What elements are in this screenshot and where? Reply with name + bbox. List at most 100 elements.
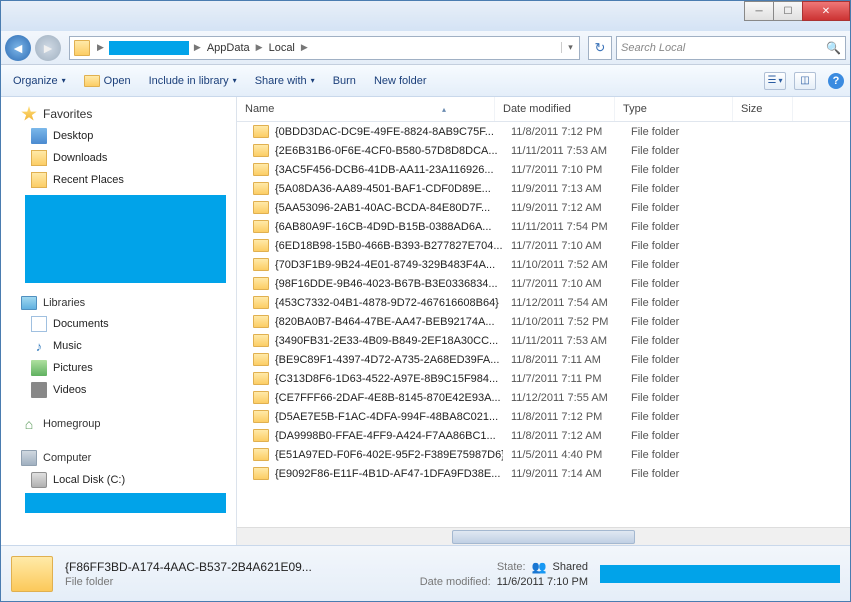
file-date: 11/8/2011 7:12 AM [503, 430, 623, 442]
breadcrumb-appdata[interactable]: AppData [204, 42, 253, 54]
minimize-button[interactable]: ─ [744, 1, 774, 21]
close-button[interactable]: ✕ [802, 1, 850, 21]
file-row[interactable]: {E9092F86-E11F-4B1D-AF47-1DFA9FD38E...11… [237, 464, 850, 483]
refresh-button[interactable]: ↻ [588, 36, 612, 60]
folder-icon [253, 163, 269, 176]
chevron-right-icon[interactable]: ▶ [191, 42, 204, 53]
column-header-name[interactable]: Name▴ [237, 97, 495, 121]
redacted-block [25, 195, 226, 283]
file-type: File folder [623, 468, 741, 480]
file-name: {453C7332-04B1-4878-9D72-467616608B64} [275, 297, 499, 309]
folder-icon [253, 467, 269, 480]
file-row[interactable]: {BE9C89F1-4397-4D72-A735-2A68ED39FA... 11… [237, 350, 850, 369]
sidebar-item-pictures[interactable]: Pictures [1, 357, 236, 379]
sidebar-homegroup-header[interactable]: Homegroup [1, 413, 236, 435]
organize-button[interactable]: Organize▾ [7, 71, 72, 91]
share-with-button[interactable]: Share with▾ [249, 71, 321, 91]
state-label: State: [497, 561, 526, 573]
file-name: {6AB80A9F-16CB-4D9D-B15B-0388AD6A... [275, 221, 491, 233]
file-name: {6ED18B98-15B0-466B-B393-B277827E704... [275, 240, 503, 252]
file-row[interactable]: {820BA0B7-B464-47BE-AA47-BEB92174A...11/… [237, 312, 850, 331]
sidebar-item-documents[interactable]: Documents [1, 313, 236, 335]
breadcrumb-local[interactable]: Local [266, 42, 298, 54]
file-name: {D5AE7E5B-F1AC-4DFA-994F-48BA8C021... [275, 411, 498, 423]
sidebar-libraries-header[interactable]: Libraries [1, 293, 236, 313]
file-row[interactable]: {0BDD3DAC-DC9E-49FE-8824-8AB9C75F...11/8… [237, 122, 850, 141]
file-row[interactable]: {E51A97ED-F0F6-402E-95F2-F389E75987D6}11… [237, 445, 850, 464]
file-row[interactable]: {5A08DA36-AA89-4501-BAF1-CDF0D89E... 11/9… [237, 179, 850, 198]
file-date: 11/9/2011 7:13 AM [503, 183, 623, 195]
libraries-label: Libraries [43, 297, 85, 309]
sidebar-item-recent[interactable]: Recent Places [1, 169, 236, 191]
column-header-size[interactable]: Size [733, 97, 793, 121]
file-name: {2E6B31B6-0F6E-4CF0-B580-57D8D8DCA... [275, 145, 498, 157]
chevron-right-icon[interactable]: ▶ [94, 42, 107, 53]
computer-label: Computer [43, 452, 91, 464]
sidebar-item-videos[interactable]: Videos [1, 379, 236, 401]
breadcrumb[interactable]: ▶ ▶ AppData ▶ Local ▶ ▾ [69, 36, 580, 60]
file-date: 11/12/2011 7:55 AM [503, 392, 623, 404]
file-row[interactable]: {D5AE7E5B-F1AC-4DFA-994F-48BA8C021...11/… [237, 407, 850, 426]
library-icon [21, 296, 37, 310]
sidebar-computer-header[interactable]: Computer [1, 447, 236, 469]
chevron-right-icon[interactable]: ▶ [298, 42, 311, 53]
file-row[interactable]: {CE7FFF66-2DAF-4E8B-8145-870E42E93A...11… [237, 388, 850, 407]
file-date: 11/5/2011 4:40 PM [503, 449, 623, 461]
scrollbar-thumb[interactable] [452, 530, 636, 544]
forward-button[interactable]: ► [35, 35, 61, 61]
navigation-sidebar: Favorites Desktop Downloads Recent Place… [1, 97, 237, 545]
folder-icon [253, 144, 269, 157]
file-date: 11/7/2011 7:10 AM [503, 278, 623, 290]
file-date: 11/10/2011 7:52 AM [503, 259, 623, 271]
file-type: File folder [623, 411, 741, 423]
sidebar-item-desktop[interactable]: Desktop [1, 125, 236, 147]
file-type: File folder [623, 221, 741, 233]
file-row[interactable]: {DA9998B0-FFAE-4FF9-A424-F7AA86BC1...11/… [237, 426, 850, 445]
file-name: {3AC5F456-DCB6-41DB-AA11-23A116926... [275, 164, 494, 176]
column-header-type[interactable]: Type [615, 97, 733, 121]
folder-icon [253, 220, 269, 233]
folder-icon [11, 556, 53, 592]
file-type: File folder [623, 259, 741, 271]
breadcrumb-dropdown[interactable]: ▾ [561, 42, 579, 53]
file-row[interactable]: {98F16DDE-9B46-4023-B67B-B3E0336834...11… [237, 274, 850, 293]
horizontal-scrollbar[interactable] [237, 527, 850, 545]
new-folder-button[interactable]: New folder [368, 71, 433, 91]
sidebar-favorites-header[interactable]: Favorites [1, 103, 236, 125]
file-row[interactable]: {6AB80A9F-16CB-4D9D-B15B-0388AD6A...11/1… [237, 217, 850, 236]
file-list[interactable]: {0BDD3DAC-DC9E-49FE-8824-8AB9C75F...11/8… [237, 122, 850, 527]
search-input[interactable]: Search Local 🔍 [616, 36, 846, 60]
state-value: Shared [553, 561, 588, 573]
sidebar-item-localdisk[interactable]: Local Disk (C:) [1, 469, 236, 491]
file-type: File folder [623, 430, 741, 442]
file-date: 11/7/2011 7:10 AM [503, 240, 623, 252]
toolbar: Organize▾ Open Include in library▾ Share… [1, 65, 850, 97]
file-name: {820BA0B7-B464-47BE-AA47-BEB92174A... [275, 316, 495, 328]
file-row[interactable]: {3490FB31-2E33-4B09-B849-2EF18A30CC...11… [237, 331, 850, 350]
file-row[interactable]: {5AA53096-2AB1-40AC-BCDA-84E80D7F...11/9… [237, 198, 850, 217]
sidebar-item-downloads[interactable]: Downloads [1, 147, 236, 169]
burn-button[interactable]: Burn [327, 71, 362, 91]
preview-pane-button[interactable]: ◫ [794, 72, 816, 90]
file-date: 11/8/2011 7:11 AM [503, 354, 623, 366]
file-row[interactable]: {453C7332-04B1-4878-9D72-467616608B64} 11… [237, 293, 850, 312]
file-name: {5A08DA36-AA89-4501-BAF1-CDF0D89E... [275, 183, 491, 195]
chevron-right-icon[interactable]: ▶ [253, 42, 266, 53]
file-row[interactable]: {3AC5F456-DCB6-41DB-AA11-23A116926...11/… [237, 160, 850, 179]
file-row[interactable]: {6ED18B98-15B0-466B-B393-B277827E704...1… [237, 236, 850, 255]
maximize-button[interactable]: ☐ [773, 1, 803, 21]
include-library-button[interactable]: Include in library▾ [143, 71, 243, 91]
file-row[interactable]: {2E6B31B6-0F6E-4CF0-B580-57D8D8DCA...11/… [237, 141, 850, 160]
column-header-date[interactable]: Date modified [495, 97, 615, 121]
file-type: File folder [623, 240, 741, 252]
open-button[interactable]: Open [78, 71, 137, 91]
back-button[interactable]: ◄ [5, 35, 31, 61]
file-name: {BE9C89F1-4397-4D72-A735-2A68ED39FA... [275, 354, 499, 366]
view-options-button[interactable]: ☰ ▾ [764, 72, 786, 90]
file-row[interactable]: {C313D8F6-1D63-4522-A97E-8B9C15F984...11… [237, 369, 850, 388]
file-row[interactable]: {70D3F1B9-9B24-4E01-8749-329B483F4A...11… [237, 255, 850, 274]
help-icon[interactable]: ? [828, 73, 844, 89]
folder-icon [253, 372, 269, 385]
file-date: 11/12/2011 7:54 AM [503, 297, 623, 309]
sidebar-item-music[interactable]: Music [1, 335, 236, 357]
